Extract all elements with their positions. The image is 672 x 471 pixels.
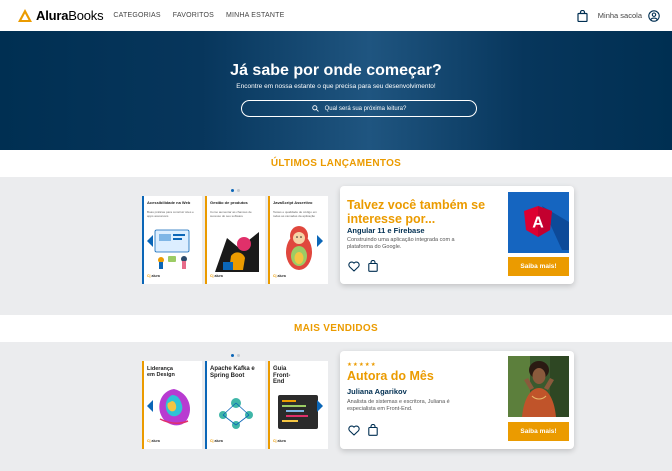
shopping-bag-icon[interactable] [368, 260, 378, 272]
logo-triangle-icon [18, 9, 32, 22]
book-description: Testes e qualidade de código em todas as… [273, 210, 317, 218]
book-spine [142, 196, 144, 284]
nav-favoritos[interactable]: FAVORITOS [173, 12, 214, 19]
author-card-title: Autora do Mês [347, 369, 434, 383]
carousel-dot-active[interactable] [231, 354, 234, 357]
carousel-dots [231, 354, 240, 357]
saiba-mais-button[interactable]: Saiba mais! [508, 422, 569, 441]
book-publisher: C| alura [147, 439, 160, 443]
book-illustration-gestao [215, 232, 259, 272]
nav-categorias[interactable]: CATEGORIAS [113, 12, 160, 19]
author-photo[interactable] [508, 356, 569, 417]
book-spine [142, 361, 144, 449]
author-portrait-image [508, 356, 569, 417]
header-actions: Minha sacola [577, 9, 660, 22]
shopping-bag-icon[interactable] [577, 9, 588, 22]
book-description: Boas práticas para construir sites e app… [147, 210, 194, 218]
angular-letter: A [532, 215, 544, 232]
heart-icon[interactable] [348, 261, 360, 272]
recommended-book-description: Construindo uma aplicação integrada com … [347, 237, 455, 250]
book-title: Guia Front-End [273, 366, 291, 386]
shopping-bag-icon[interactable] [368, 424, 378, 436]
book-illustration-web [154, 229, 190, 269]
recommendation-title: Talvez você também se interesse por... [347, 198, 486, 226]
heart-icon[interactable] [348, 425, 360, 436]
author-name: Juliana Agarikov [347, 387, 407, 396]
section-body-lancamentos: Acessibilidade na Web Boas práticas para… [0, 177, 672, 315]
book-cover-apache-kafka[interactable]: Apache Kafka e Spring Boot C| alura [205, 361, 265, 449]
carousel-dot-active[interactable] [231, 189, 234, 192]
book-illustration-js [286, 226, 312, 270]
carousel-next-arrow[interactable] [317, 400, 323, 412]
book-spine [205, 196, 207, 284]
carousel-prev-arrow[interactable] [147, 400, 153, 412]
carousel-next-arrow[interactable] [317, 235, 323, 247]
search-icon [311, 105, 319, 112]
top-navbar: AluraBooks CATEGORIAS FAVORITOS MINHA ES… [0, 0, 672, 31]
section-body-mais-vendidos: Liderança em Design C| alura Apache Kafk… [0, 342, 672, 471]
carousel-dot[interactable] [237, 354, 240, 357]
book-publisher: C| alura [210, 439, 223, 443]
bag-label[interactable]: Minha sacola [598, 11, 642, 20]
book-spine [205, 361, 207, 449]
rating-stars: ★★★★★ [347, 362, 377, 368]
carousel-dot[interactable] [237, 189, 240, 192]
main-nav: CATEGORIAS FAVORITOS MINHA ESTANTE [113, 12, 284, 19]
hero-banner: Já sabe por onde começar? Encontre em no… [0, 31, 672, 150]
book-publisher: C| alura [273, 439, 286, 443]
section-header-mais-vendidos: MAIS VENDIDOS [0, 315, 672, 342]
book-title: Acessibilidade na Web [147, 200, 191, 205]
book-spine [268, 361, 270, 449]
recommendation-card: Talvez você também se interesse por... A… [340, 186, 574, 284]
author-description: Analista de sistemas e escritora, Julian… [347, 399, 450, 412]
recommended-book-cover[interactable]: A [508, 192, 569, 253]
user-icon[interactable] [648, 9, 660, 22]
book-illustration-lideranca [159, 389, 190, 426]
brand-logo[interactable]: AluraBooks [18, 8, 104, 23]
card-actions [348, 424, 378, 436]
book-carousel-mais-vendidos: Liderança em Design C| alura Apache Kafk… [142, 361, 328, 449]
section-header-lancamentos: ÚLTIMOS LANÇAMENTOS [0, 150, 672, 177]
search-input[interactable]: Qual será sua próxima leitura? [241, 100, 477, 117]
nav-minha-estante[interactable]: MINHA ESTANTE [226, 12, 284, 19]
author-of-month-card: ★★★★★ Autora do Mês Juliana Agarikov Ana… [340, 351, 574, 449]
book-title: JavaScript Assertivo [273, 200, 313, 205]
hero-subtitle: Encontre em nossa estante o que precisa … [236, 83, 436, 90]
recommended-book-name: Angular 11 e Firebase [347, 226, 425, 235]
section-title-mais-vendidos: MAIS VENDIDOS [294, 323, 378, 334]
search-placeholder: Qual será sua próxima leitura? [324, 105, 407, 112]
book-illustration-kafka [219, 398, 253, 429]
hero-title: Já sabe por onde começar? [230, 62, 442, 79]
book-cover-gestao-produtos[interactable]: Gestão de produtos Como aumentar as chan… [205, 196, 265, 284]
saiba-mais-button[interactable]: Saiba mais! [508, 257, 569, 276]
book-publisher: C| alura [210, 274, 223, 278]
book-spine [268, 196, 270, 284]
card-actions [348, 260, 378, 272]
book-publisher: C| alura [273, 274, 286, 278]
book-illustration-frontend [278, 395, 318, 429]
carousel-dots [231, 189, 240, 192]
book-title: Liderança em Design [147, 366, 175, 379]
book-title: Apache Kafka e Spring Boot [210, 366, 255, 379]
carousel-prev-arrow[interactable] [147, 235, 153, 247]
section-title-lancamentos: ÚLTIMOS LANÇAMENTOS [270, 158, 402, 169]
book-publisher: C| alura [147, 274, 160, 278]
book-title: Gestão de produtos [210, 200, 248, 205]
angular-logo-icon: A [524, 206, 569, 250]
book-description: Como aumentar as chances de sucesso do s… [210, 210, 252, 218]
logo-text: AluraBooks [36, 8, 104, 23]
book-carousel-lancamentos: Acessibilidade na Web Boas práticas para… [142, 196, 328, 284]
